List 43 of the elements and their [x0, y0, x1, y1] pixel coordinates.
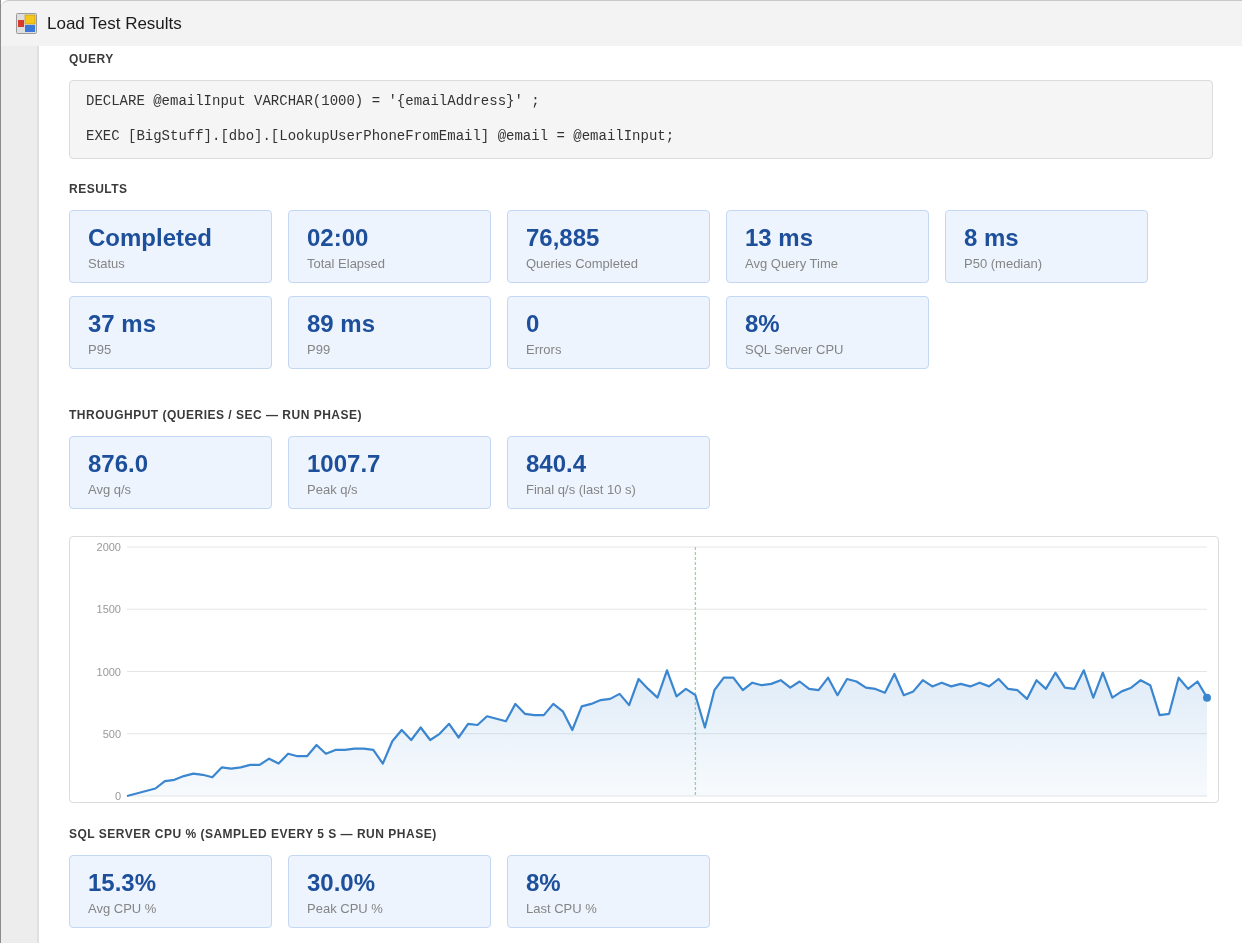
section-heading: QUERY — [69, 51, 114, 67]
stat-value: 8% — [526, 868, 561, 897]
section-heading: RESULTS — [69, 180, 128, 197]
stat-value: 15.3% — [88, 868, 157, 897]
y-tick-label: 500 — [102, 727, 121, 740]
stat-value: 1007.7 — [307, 449, 381, 478]
stat-label: P95 — [88, 341, 112, 358]
stat-value: 02:00 — [307, 223, 369, 252]
window-title: Load Test Results — [47, 13, 182, 34]
section-heading: SQL SERVER CPU % (SAMPLED EVERY 5 S — RUN PHASE) — [69, 825, 437, 842]
stat-value: 8% — [745, 309, 780, 338]
stat-label: Avg CPU % — [88, 900, 157, 917]
stat-value: 840.4 — [526, 449, 587, 478]
stat-label: Last CPU % — [526, 900, 597, 917]
stat-label: P50 (median) — [964, 255, 1043, 272]
stat-label: Peak q/s — [307, 481, 358, 498]
stat-value: 37 ms — [88, 309, 157, 338]
code-line: EXEC [BigStuff].[dbo].[LookupUserPhoneFromEmail] @email = @emailInput; — [86, 128, 676, 146]
stat-value: 8 ms — [964, 223, 1019, 252]
stat-label: Total Elapsed — [307, 255, 386, 272]
stat-value: 30.0% — [307, 868, 376, 897]
stat-label: P99 — [307, 341, 331, 358]
code-line: DECLARE @emailInput VARCHAR(1000) = '{emailAddress}' ; — [86, 93, 541, 111]
y-tick-label: 1500 — [96, 602, 121, 615]
stat-value: 13 ms — [745, 223, 814, 252]
y-tick-label: 1000 — [96, 665, 121, 677]
stat-value: Completed — [88, 223, 212, 252]
stat-label: Final q/s (last 10 s) — [526, 481, 636, 498]
stat-label: Status — [88, 255, 125, 272]
y-tick-label: 0 — [114, 789, 121, 802]
stat-label: Errors — [526, 341, 562, 358]
stat-label: Avg q/s — [88, 481, 132, 498]
stat-label: SQL Server CPU — [745, 341, 844, 358]
y-tick-label: 2000 — [96, 540, 121, 553]
stat-label: Avg Query Time — [745, 255, 838, 272]
app-icon — [16, 13, 37, 34]
stat-value: 0 — [526, 309, 540, 338]
stat-value: 876.0 — [88, 449, 149, 478]
stat-label: Peak CPU % — [307, 900, 383, 917]
stat-value: 76,885 — [526, 223, 600, 252]
section-heading: THROUGHPUT (QUERIES / SEC — RUN PHASE) — [69, 406, 363, 423]
stat-value: 89 ms — [307, 309, 376, 338]
stat-label: Queries Completed — [526, 255, 638, 272]
